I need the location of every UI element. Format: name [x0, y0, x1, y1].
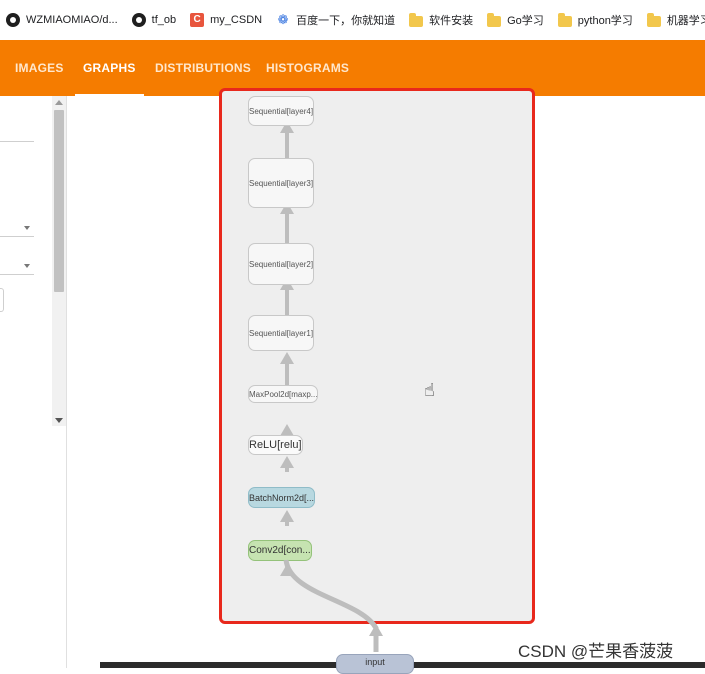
- bookmark-label: tf_ob: [151, 14, 177, 26]
- graph-expanded-node[interactable]: Sequential[layer4] Sequential[layer3] Se…: [219, 88, 535, 624]
- scroll-up-arrow-icon[interactable]: [55, 100, 63, 105]
- watermark: CSDN @芒果香菠菠: [518, 642, 674, 661]
- chevron-down-icon[interactable]: [24, 226, 30, 230]
- edge-arrowhead: [369, 624, 383, 636]
- graph-node-input[interactable]: input: [336, 654, 414, 674]
- bookmark-label: 软件安装: [429, 15, 474, 27]
- graph-node-layer3[interactable]: Sequential[layer3]: [248, 158, 315, 208]
- bookmark-baidu[interactable]: ❁ 百度一下，你就知道: [276, 12, 395, 28]
- github-icon: [131, 13, 146, 27]
- bookmark-label: Go学习: [507, 15, 544, 27]
- graph-edge: [285, 290, 289, 315]
- graph-node-layer2[interactable]: Sequential[layer2]: [248, 243, 315, 285]
- graph-node-layer4[interactable]: Sequential[layer4]: [248, 96, 315, 126]
- bookmark-folder-python[interactable]: python学习: [557, 12, 633, 28]
- bookmark-tf-ob[interactable]: tf_ob: [131, 13, 177, 27]
- csdn-icon: C: [190, 13, 205, 27]
- bookmark-label: python学习: [577, 15, 633, 27]
- graph-edge: [285, 364, 289, 385]
- folder-icon: [487, 12, 502, 27]
- chevron-down-icon[interactable]: [24, 264, 30, 268]
- sidebar-select-underline[interactable]: [0, 274, 34, 275]
- graph-edge: [285, 522, 289, 526]
- bookmark-label: WZMIAOMIAO/d...: [26, 14, 118, 26]
- graph-edge: [285, 214, 289, 243]
- edge-arrowhead: [280, 564, 294, 576]
- sidebar-divider: [0, 141, 34, 142]
- bookmark-my-csdn[interactable]: C my_CSDN: [190, 13, 262, 27]
- bookmarks-bar: WZMIAOMIAO/d... tf_ob C my_CSDN ❁ 百度一下，你…: [0, 0, 705, 41]
- bookmark-label: 机器学习: [666, 15, 705, 27]
- graph-node-batchnorm[interactable]: BatchNorm2d[...: [248, 487, 316, 508]
- left-sidebar: [0, 96, 67, 668]
- sidebar-scrollbar-thumb[interactable]: [54, 110, 64, 292]
- scroll-down-arrow-icon[interactable]: [55, 418, 63, 423]
- folder-icon: [557, 12, 572, 27]
- tab-images[interactable]: IMAGES: [15, 40, 64, 96]
- bookmark-folder-ml[interactable]: 机器学习: [646, 12, 705, 28]
- edge-arrowhead: [280, 510, 294, 522]
- graph-node-layer1[interactable]: Sequential[layer1]: [248, 315, 315, 351]
- bookmark-folder-software[interactable]: 软件安装: [409, 12, 473, 28]
- edge-arrowhead: [280, 352, 294, 364]
- baidu-paw-icon: ❁: [277, 12, 289, 27]
- graph-edge: [285, 133, 289, 158]
- graph-node-maxpool[interactable]: MaxPool2d[maxp...: [248, 385, 319, 403]
- bookmark-label: 百度一下，你就知道: [296, 15, 396, 27]
- edge-arrowhead: [280, 456, 294, 468]
- graph-node-relu[interactable]: ReLU[relu]: [248, 435, 303, 455]
- graph-node-conv2d[interactable]: Conv2d[con...: [248, 540, 312, 561]
- hand-cursor-icon: ☝: [424, 380, 435, 400]
- sidebar-upload-button[interactable]: [0, 288, 4, 312]
- sidebar-select-underline[interactable]: [0, 236, 34, 237]
- bookmark-folder-go[interactable]: Go学习: [487, 12, 544, 28]
- bookmark-label: my_CSDN: [210, 14, 263, 26]
- bookmark-wzmiaomiao[interactable]: WZMIAOMIAO/d...: [6, 13, 118, 27]
- folder-icon: [409, 12, 424, 27]
- github-icon: [6, 13, 20, 27]
- tab-graphs[interactable]: GRAPHS: [75, 40, 144, 96]
- graph-edge: [285, 468, 289, 472]
- folder-icon: [646, 12, 661, 27]
